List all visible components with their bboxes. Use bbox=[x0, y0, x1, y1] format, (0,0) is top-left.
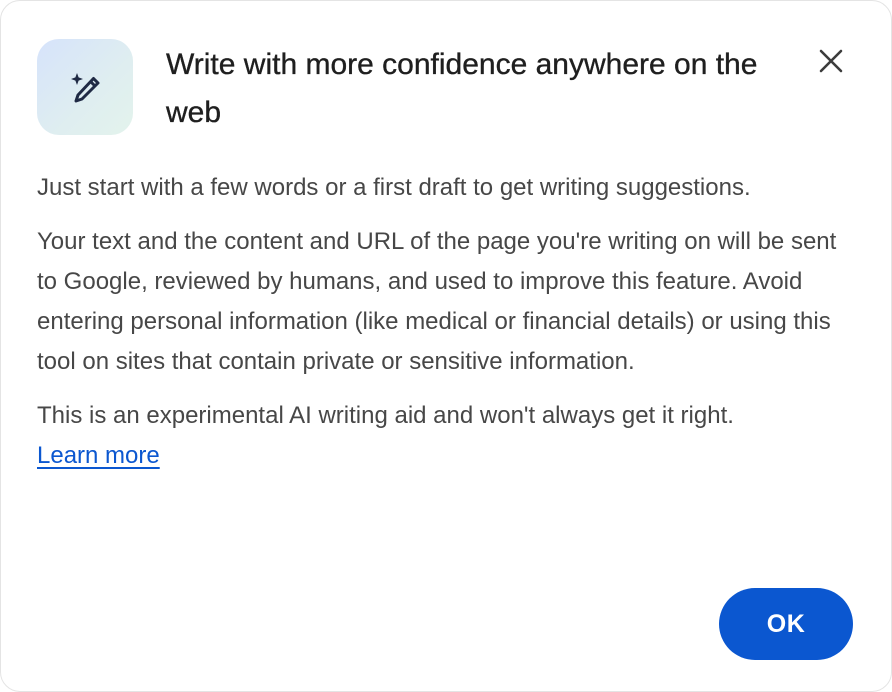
learn-more-link[interactable]: Learn more bbox=[37, 442, 160, 469]
dialog-title: Write with more confidence anywhere on t… bbox=[166, 48, 758, 129]
close-button[interactable] bbox=[807, 37, 855, 85]
close-icon bbox=[819, 49, 843, 73]
disclaimer-text: This is an experimental AI writing aid a… bbox=[37, 402, 734, 429]
intro-paragraph: Just start with a few words or a first d… bbox=[37, 174, 751, 201]
privacy-paragraph: Your text and the content and URL of the… bbox=[37, 228, 837, 375]
disclaimer-paragraph: This is an experimental AI writing aid a… bbox=[37, 396, 847, 476]
sparkle-pen-icon bbox=[37, 39, 133, 135]
dialog-body: Just start with a few words or a first d… bbox=[37, 168, 847, 490]
ok-button[interactable]: OK bbox=[719, 588, 853, 660]
writing-help-dialog: Write with more confidence anywhere on t… bbox=[0, 0, 892, 692]
